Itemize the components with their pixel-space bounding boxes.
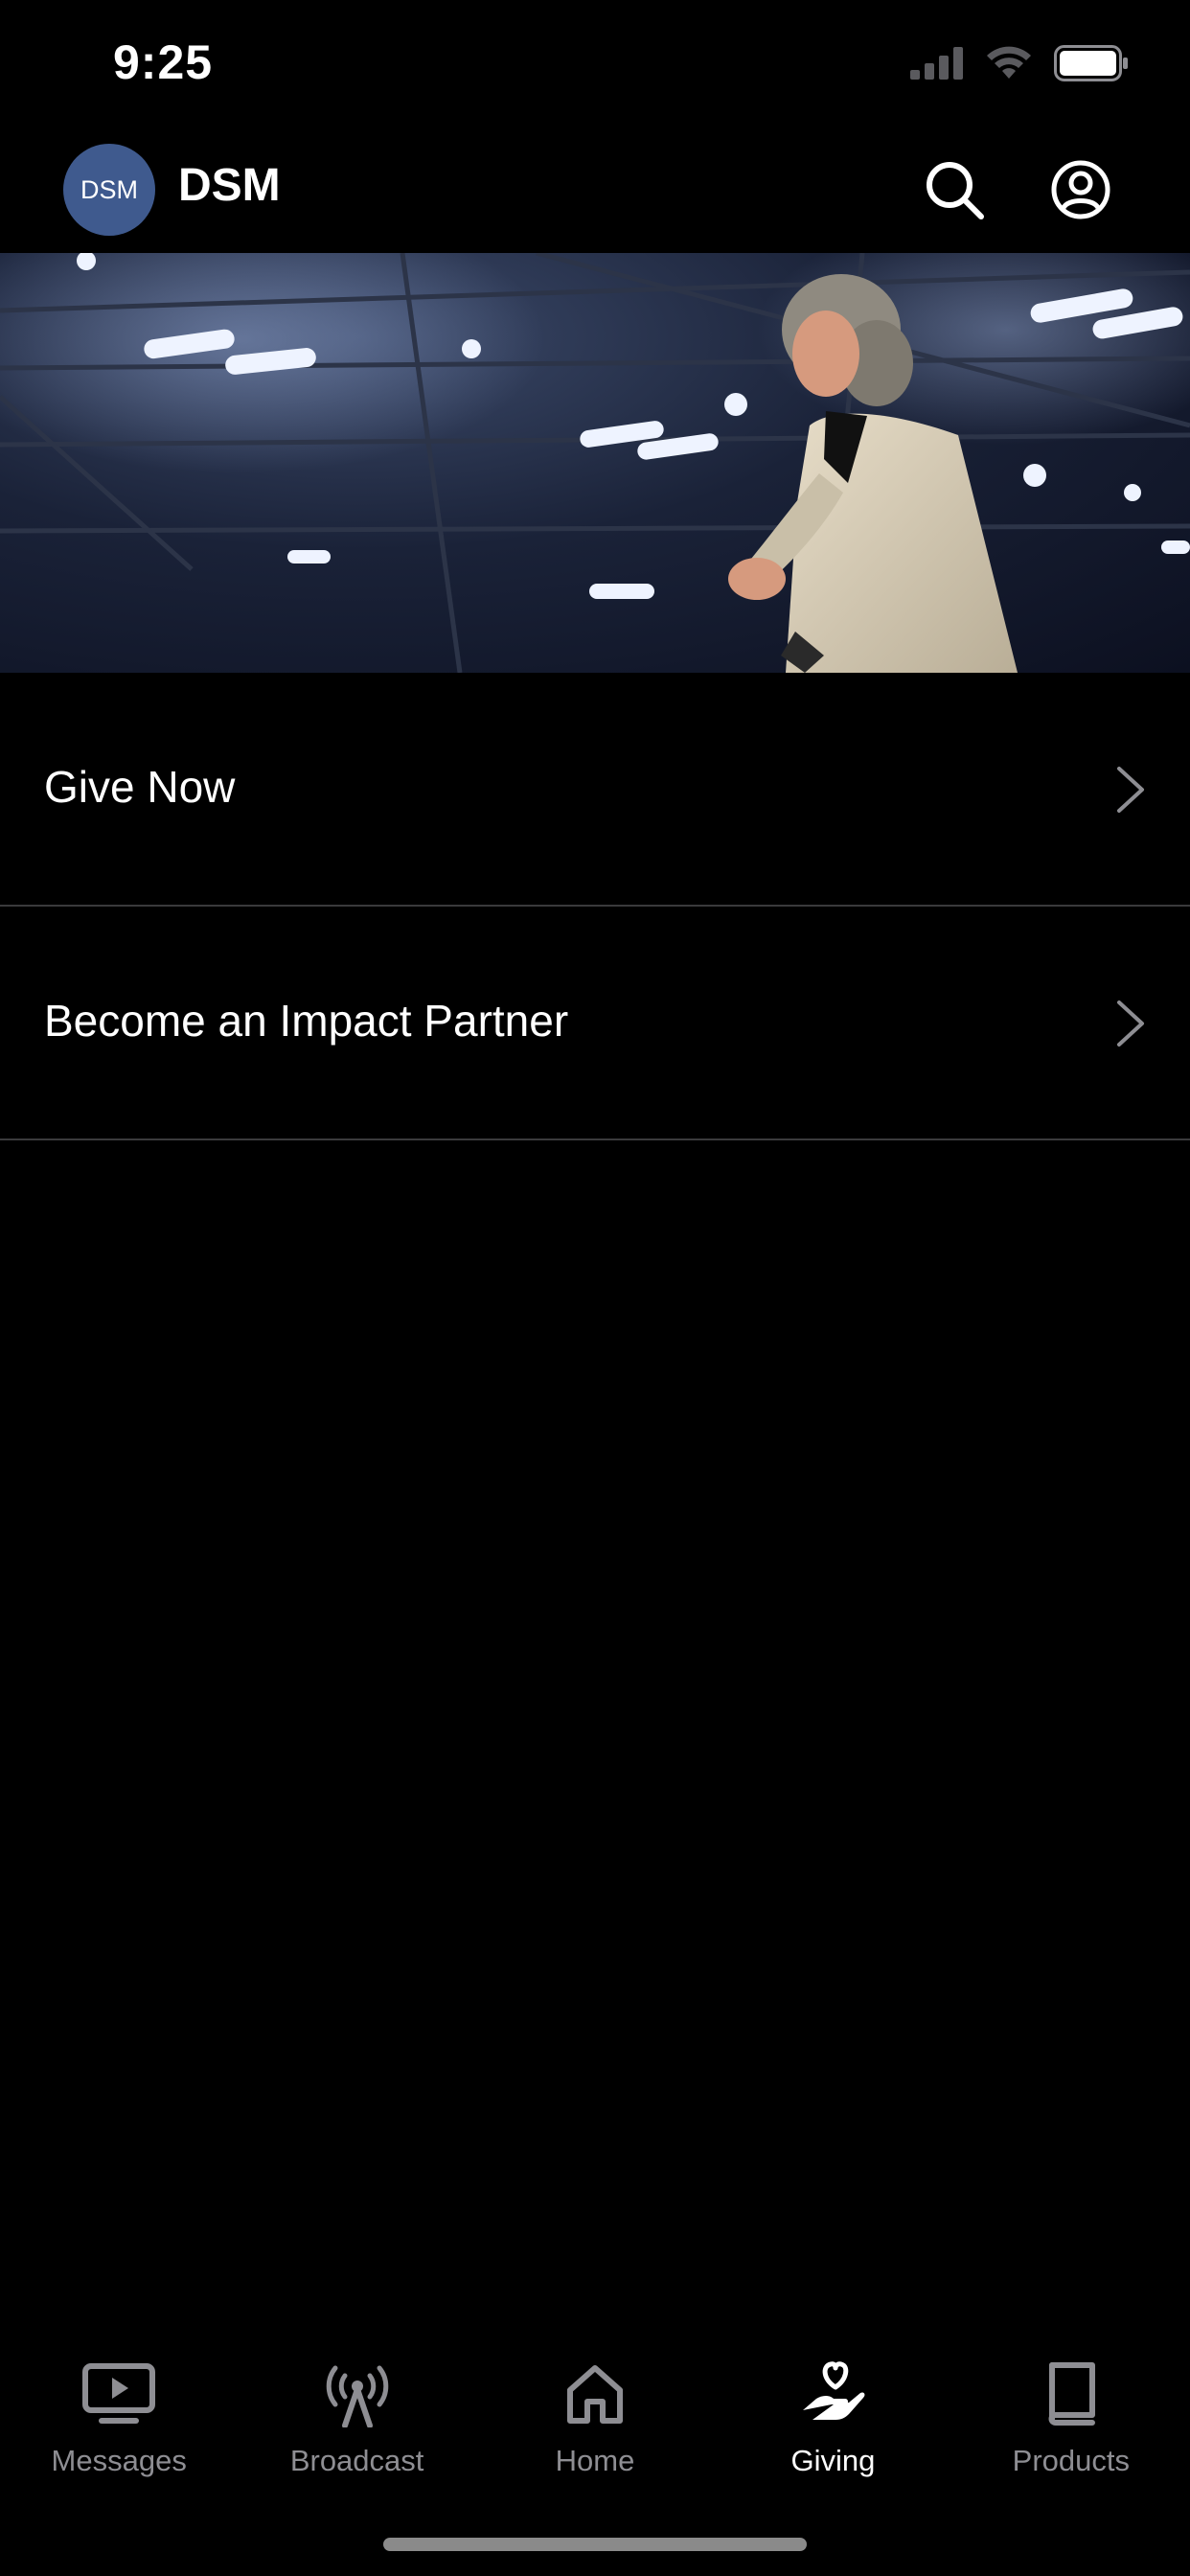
menu-item-give-now[interactable]: Give Now (0, 673, 1190, 907)
tab-home[interactable]: Home (476, 2329, 714, 2501)
avatar-text: DSM (80, 174, 138, 204)
menu-item-label: Give Now (44, 762, 236, 812)
home-icon (559, 2358, 631, 2430)
tab-label: Broadcast (289, 2444, 424, 2477)
home-indicator[interactable] (383, 2538, 807, 2551)
menu-item-label: Become an Impact Partner (44, 996, 569, 1046)
tab-products[interactable]: Products (952, 2329, 1190, 2501)
tab-label: Messages (51, 2444, 187, 2477)
avatar[interactable]: DSM (63, 144, 155, 236)
book-icon (1035, 2358, 1108, 2430)
bottom-tab-bar: Messages Broadcast Home Giving Products (0, 2329, 1190, 2501)
app-header: DSM DSM (0, 134, 1190, 253)
chevron-right-icon (1117, 1000, 1144, 1046)
tab-label: Products (1012, 2444, 1130, 2477)
status-icons (910, 44, 1129, 86)
account-button[interactable] (1048, 157, 1113, 222)
account-icon (1051, 160, 1110, 219)
tv-play-icon (82, 2358, 156, 2430)
battery-icon (1054, 44, 1129, 86)
search-icon (927, 162, 984, 219)
app-title: DSM (178, 160, 281, 211)
hand-heart-icon (796, 2358, 869, 2430)
tab-broadcast[interactable]: Broadcast (238, 2329, 475, 2501)
search-button[interactable] (922, 157, 987, 222)
tab-messages[interactable]: Messages (0, 2329, 238, 2501)
tab-giving[interactable]: Giving (714, 2329, 951, 2501)
status-time: 9:25 (113, 35, 214, 89)
status-bar: 9:25 (0, 0, 1190, 134)
chevron-right-icon (1117, 767, 1144, 813)
menu-item-impact-partner[interactable]: Become an Impact Partner (0, 907, 1190, 1140)
giving-menu-list: Give Now Become an Impact Partner (0, 673, 1190, 1140)
hero-banner-image (0, 253, 1190, 673)
tab-label: Home (555, 2444, 635, 2477)
cellular-signal-icon (910, 46, 964, 84)
tab-label: Giving (790, 2444, 876, 2477)
wifi-icon (985, 46, 1033, 85)
broadcast-tower-icon (321, 2358, 394, 2430)
